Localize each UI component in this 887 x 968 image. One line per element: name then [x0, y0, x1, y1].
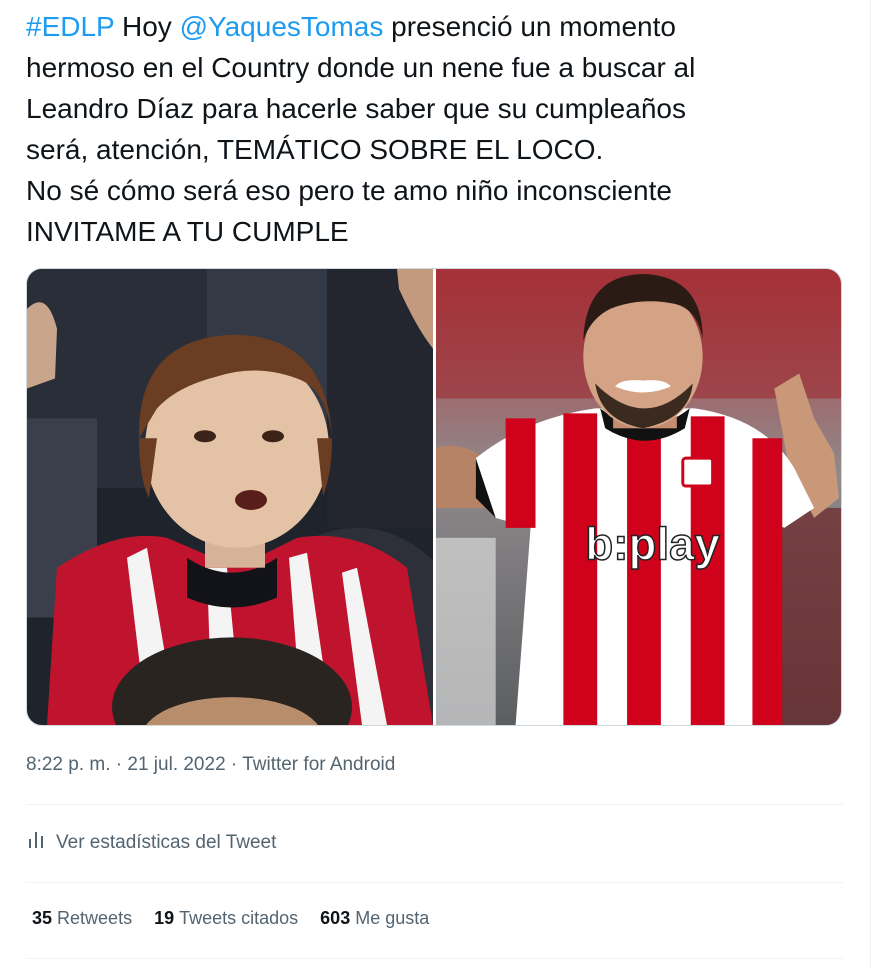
child-fan-image — [27, 269, 433, 725]
likes-label: Me gusta — [355, 908, 430, 928]
quote-tweets-count[interactable]: 19 Tweets citados — [154, 908, 298, 929]
tweet-line-6: INVITAME A TU CUMPLE — [26, 216, 349, 247]
tweet-line-3: Leandro Díaz para hacerle saber que su c… — [26, 93, 686, 124]
meta-separator: · — [110, 754, 128, 775]
meta-separator: · — [225, 754, 243, 775]
quote-tweets-number: 19 — [154, 908, 175, 928]
tweet-text: #EDLP Hoy @YaquesTomas presenció un mome… — [26, 6, 856, 252]
mention-link[interactable]: @YaquesTomas — [180, 11, 384, 42]
tweet-text-fragment: Hoy — [114, 11, 180, 42]
likes-number: 603 — [320, 908, 351, 928]
retweets-count[interactable]: 35 Retweets — [32, 908, 132, 929]
engagement-counts: 35 Retweets 19 Tweets citados 603 Me gusta — [32, 908, 429, 929]
tweet-time-link[interactable]: 8:22 p. m. — [26, 754, 111, 775]
tweet-source: Twitter for Android — [242, 754, 396, 775]
divider — [26, 882, 843, 883]
player-image: b:play — [436, 269, 841, 725]
bar-chart-icon — [26, 830, 46, 856]
tweet-line-1: #EDLP Hoy @YaquesTomas presenció un mome… — [26, 6, 856, 47]
likes-count[interactable]: 603 Me gusta — [320, 908, 429, 929]
retweets-number: 35 — [32, 908, 53, 928]
timeline-border — [870, 0, 871, 968]
tweet-line-5: No sé cómo será eso pero te amo niño inc… — [26, 175, 672, 206]
child-fan-photo[interactable] — [27, 269, 433, 725]
player-celebrating-photo[interactable]: b:play — [436, 269, 841, 725]
divider — [26, 804, 843, 805]
view-tweet-analytics-link[interactable]: Ver estadísticas del Tweet — [26, 830, 276, 856]
tweet-date-link[interactable]: 21 jul. 2022 — [127, 754, 225, 775]
retweets-label: Retweets — [57, 908, 133, 928]
tweet-line-4: será, atención, TEMÁTICO SOBRE EL LOCO. — [26, 134, 604, 165]
quote-tweets-label: Tweets citados — [179, 908, 299, 928]
tweet-meta: 8:22 p. m. · 21 jul. 2022 · Twitter for … — [26, 754, 395, 776]
divider — [26, 958, 843, 959]
tweet-media: b:play — [26, 268, 842, 726]
stats-link-label: Ver estadísticas del Tweet — [56, 832, 277, 853]
tweet-line-2: hermoso en el Country donde un nene fue … — [26, 52, 696, 83]
jersey-sponsor-text: b:play — [585, 519, 720, 570]
hashtag-link[interactable]: #EDLP — [26, 11, 114, 42]
tweet-text-fragment: presenció un momento — [383, 11, 676, 42]
